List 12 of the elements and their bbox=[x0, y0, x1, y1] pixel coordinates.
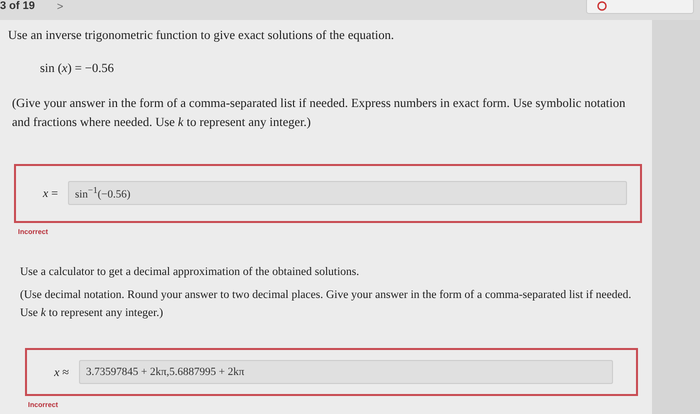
instructions-text: (Give your answer in the form of a comma-separated list if needed. Express numbers in exact form. Use symbolic notation and fractions where needed. Use k to represent any integer.) bbox=[12, 95, 626, 131]
attempt-button[interactable] bbox=[586, 0, 694, 14]
equation: sin (x) = −0.56 bbox=[40, 61, 115, 76]
answer-field[interactable]: 3.73597845 + 2kπ,5.6887995 + 2kπ bbox=[79, 360, 613, 384]
question-prompt: Use a calculator to get a decimal approximation of the obtained solutions. bbox=[20, 266, 360, 278]
next-question-link[interactable]: > bbox=[56, 1, 64, 13]
question-counter: 3 of 19 bbox=[0, 0, 35, 12]
answer-label: x ≈ bbox=[53, 364, 69, 380]
answer-field[interactable]: sin$^{−1}$(−0.56) bbox=[68, 181, 627, 205]
instructions-text: (Use decimal notation. Round your answer to two decimal places. Give your answer in the form of a comma-separated list if needed. Use k to represent any integer.) bbox=[20, 288, 632, 321]
answer-label: x = bbox=[42, 186, 58, 200]
question-prompt: Use an inverse trigonometric function to give exact solutions of the equation. bbox=[8, 28, 396, 43]
